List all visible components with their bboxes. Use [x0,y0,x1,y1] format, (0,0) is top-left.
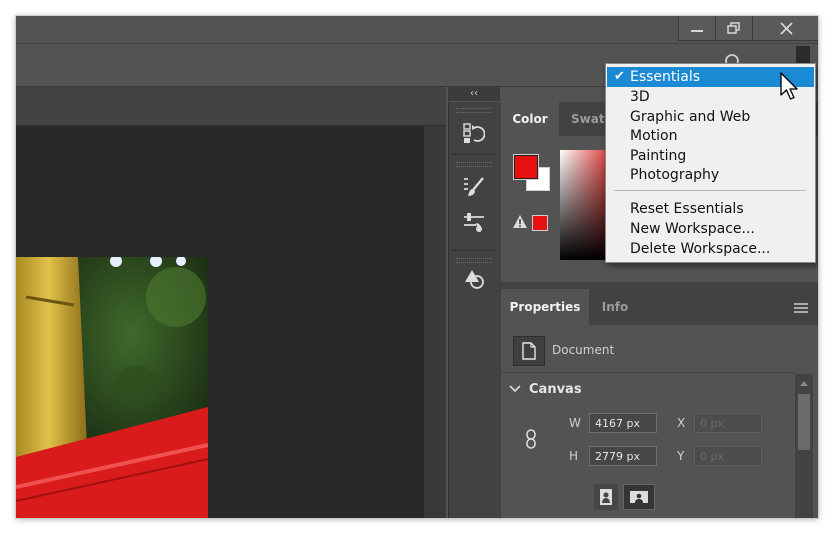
chevron-down-icon[interactable] [509,384,521,394]
menu-item-motion[interactable]: Motion [607,126,814,146]
scroll-thumb[interactable] [798,394,810,450]
panel-grip[interactable] [456,258,492,263]
link-icon[interactable] [524,429,538,449]
menu-item-reset-essentials[interactable]: Reset Essentials [607,199,814,219]
document-icon [522,342,536,360]
warning-icon [513,215,527,228]
portrait-orientation-button[interactable] [594,484,618,510]
tab-color[interactable]: Color [501,102,559,136]
y-field[interactable]: 0 px [694,446,762,466]
foreground-color-swatch[interactable] [513,154,539,180]
close-button[interactable] [752,16,818,41]
history-panel-button[interactable] [460,120,488,146]
adjustments-icon [464,213,484,232]
menu-item-graphic-and-web[interactable]: Graphic and Web [607,107,814,127]
cursor-arrow-icon [780,72,798,100]
width-label: W [569,416,581,430]
scroll-up-icon[interactable] [800,380,808,386]
menu-item-photography[interactable]: Photography [607,165,814,185]
x-label: X [677,416,686,430]
panel-menu-icon[interactable] [794,303,808,313]
document-scrollbar[interactable] [424,126,446,518]
menu-item-label: Essentials [630,69,701,85]
shapes-icon [465,270,484,289]
title-bar [16,16,818,44]
restore-button[interactable] [715,16,753,41]
height-label: H [569,449,579,463]
document-tab-strip [16,87,446,126]
panel-grip[interactable] [456,162,492,167]
gamut-warning-swatch[interactable] [532,215,548,231]
adjustments-button[interactable] [460,210,488,236]
document-icon-box [513,336,545,366]
menu-item-new-workspace[interactable]: New Workspace... [607,219,814,239]
landscape-orientation-button[interactable] [623,484,655,510]
panel-grip[interactable] [456,108,492,113]
photoshop-window: ‹‹ Color Swatches Properties Info Docume… [16,16,818,518]
document-image [16,257,208,518]
photo-content [16,257,208,518]
color-field[interactable] [560,150,608,260]
history-icon [463,123,485,143]
close-icon [779,21,793,35]
properties-scrollbar[interactable] [795,374,813,518]
minimize-button[interactable] [678,16,716,41]
panel-separator [452,250,496,251]
panel-divider [501,282,818,289]
panel-separator [452,154,496,155]
y-label: Y [677,449,685,463]
menu-separator [614,190,806,191]
width-field[interactable]: 4167 px [589,413,657,433]
collapse-panels-button[interactable]: ‹‹ [448,87,500,101]
shapes-panel-button[interactable] [460,266,488,292]
landscape-icon [630,491,648,503]
brush-settings-icon [464,177,484,196]
x-field[interactable]: 0 px [694,413,762,433]
portrait-icon [600,489,612,505]
document-label: Document [552,343,615,357]
properties-panel [501,325,818,518]
tab-swatches[interactable]: Swatches [562,102,608,136]
menu-item-painting[interactable]: Painting [607,146,814,166]
canvas-section-title[interactable]: Canvas [529,382,582,397]
tab-properties[interactable]: Properties [501,289,589,325]
minimize-icon [691,30,703,32]
restore-icon [727,22,740,34]
height-field[interactable]: 2779 px [589,446,657,466]
menu-item-delete-workspace[interactable]: Delete Workspace... [607,239,814,259]
checkmark-icon: ✔ [614,69,625,84]
tab-info[interactable]: Info [592,289,638,325]
brush-settings-button[interactable] [460,174,488,200]
properties-divider [501,372,795,373]
